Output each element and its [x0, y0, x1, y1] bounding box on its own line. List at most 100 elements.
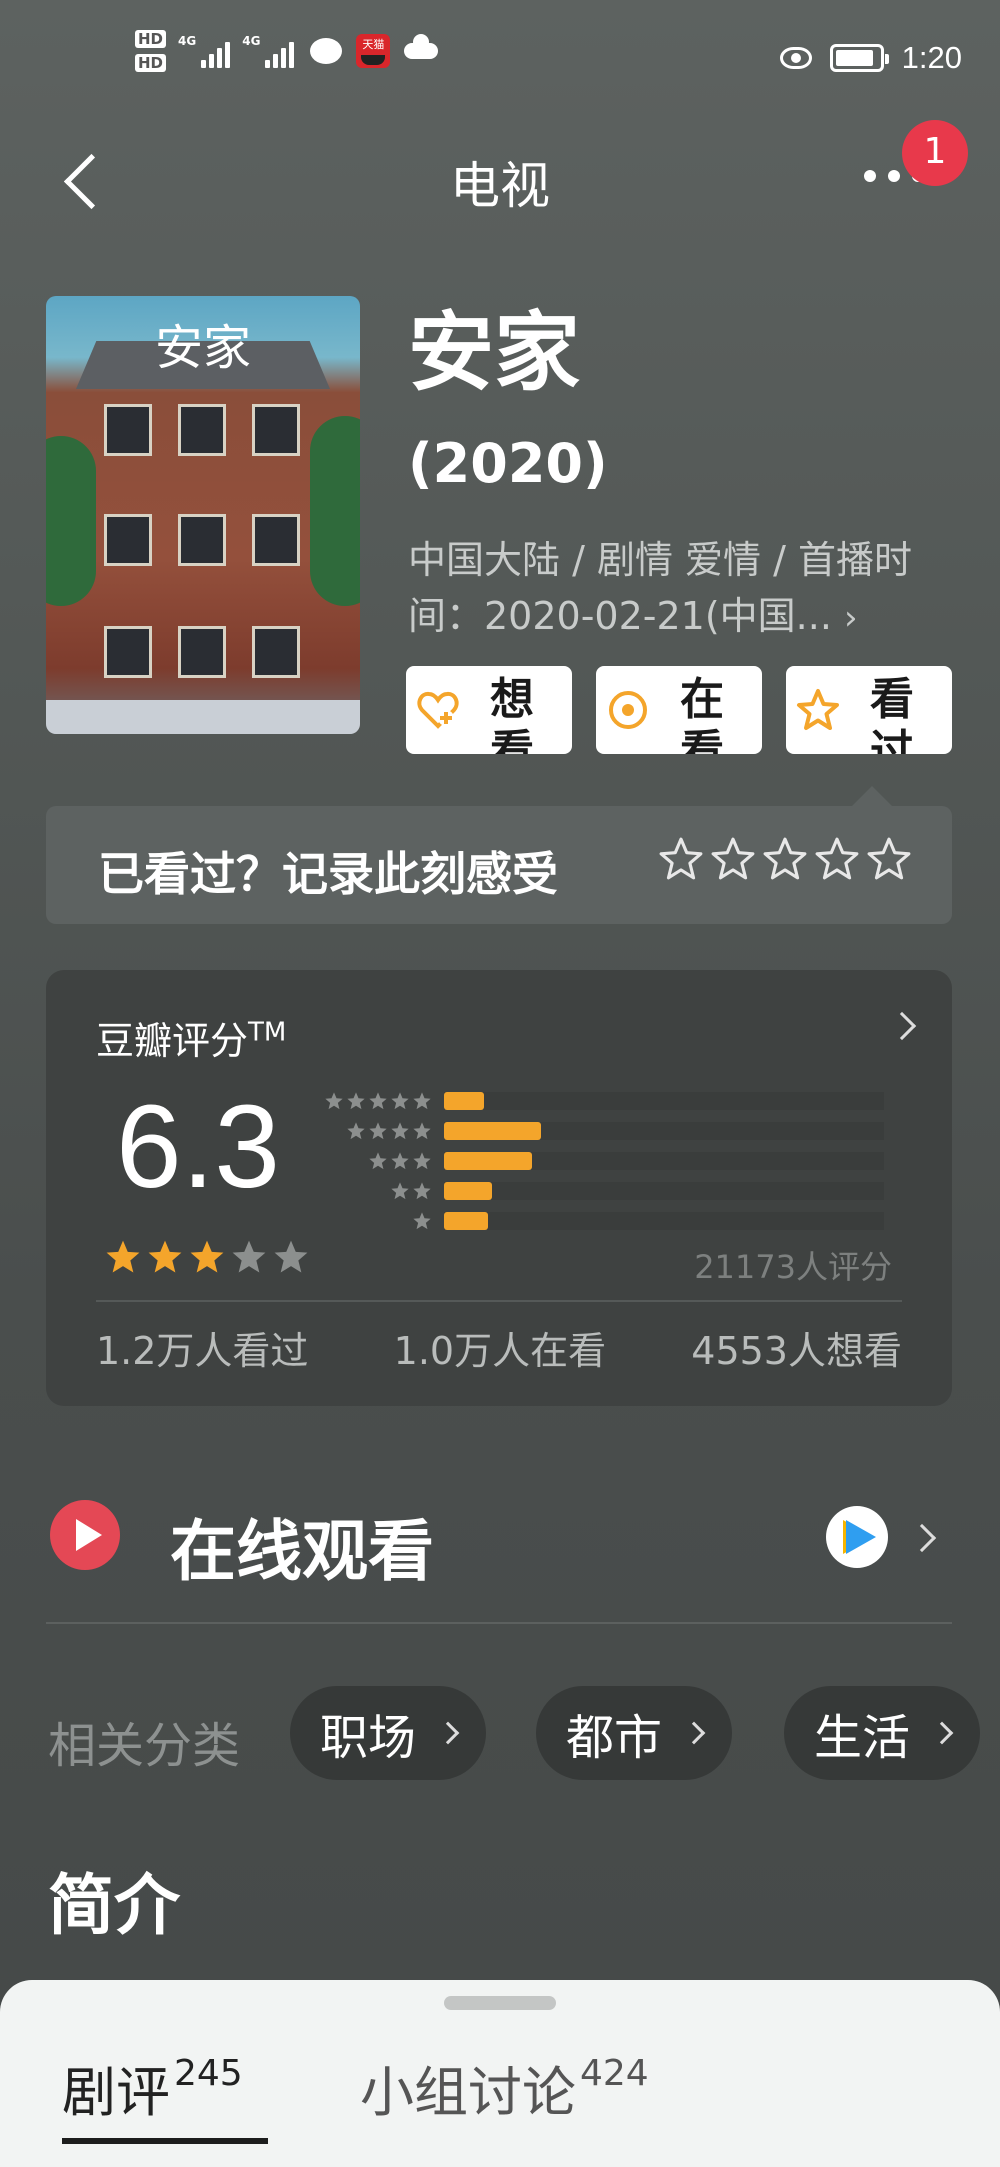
- poster-window: [178, 404, 226, 456]
- tag-urban[interactable]: 都市: [536, 1686, 733, 1780]
- sheet-grabber-handle[interactable]: [444, 1996, 556, 2010]
- signal-icon: 4G: [178, 34, 231, 68]
- star-small-icon: [347, 1122, 365, 1140]
- rate-stars[interactable]: [658, 836, 912, 882]
- poster-window: [252, 514, 300, 566]
- chevron-right-icon[interactable]: [887, 1011, 917, 1041]
- distribution-track: [444, 1122, 884, 1140]
- star-empty-icon: [274, 1240, 308, 1273]
- distribution-bar-1-star: [444, 1212, 488, 1230]
- rating-distribution: [322, 1088, 884, 1238]
- watched-button[interactable]: 看过: [786, 666, 952, 754]
- star-small-icon: [325, 1092, 343, 1110]
- star-empty-icon: [232, 1240, 266, 1273]
- hd-2-label: HD: [135, 54, 167, 72]
- star-small-icon: [369, 1122, 387, 1140]
- star-outline-icon: [797, 689, 839, 730]
- want-to-watch-button[interactable]: 想看: [406, 666, 572, 754]
- notification-badge[interactable]: 1: [902, 120, 968, 186]
- record-feeling-prompt: 已看过？记录此刻感受: [98, 847, 558, 901]
- distribution-bar-4-star: [444, 1122, 541, 1140]
- tag-label: 职场: [320, 1710, 417, 1766]
- watching-button[interactable]: 在看: [596, 666, 762, 754]
- distribution-stars: [322, 1181, 432, 1201]
- record-feeling-box[interactable]: 已看过？记录此刻感受: [46, 806, 952, 924]
- star-small-icon: [391, 1122, 409, 1140]
- page-title: 电视: [450, 157, 550, 215]
- watched-label: 看过: [870, 674, 914, 754]
- distribution-stars: [322, 1151, 432, 1171]
- score-stars: [104, 1238, 310, 1276]
- meta-chevron-icon: ›: [844, 598, 858, 638]
- tmall-app-icon: 天猫: [356, 34, 391, 68]
- tag-life[interactable]: 生活: [784, 1686, 981, 1780]
- related-categories-label: 相关分类: [48, 1718, 241, 1774]
- poster-window: [252, 626, 300, 678]
- rate-star-5-icon[interactable]: [866, 836, 912, 882]
- movie-year: (2020): [408, 432, 608, 495]
- douban-rating-card[interactable]: 豆瓣评分TM 6.3 21173人评分 1.2万人看过 1.0万人在看 4553…: [46, 970, 952, 1406]
- chevron-right-icon: [436, 1721, 460, 1745]
- network-type-2: 4G: [242, 34, 261, 48]
- rate-star-1-icon[interactable]: [658, 836, 704, 882]
- tag-label: 都市: [566, 1710, 663, 1766]
- poster-window: [252, 404, 300, 456]
- star-small-icon: [391, 1152, 409, 1170]
- movie-meta[interactable]: 中国大陆 / 剧情 爱情 / 首播时间：2020-02-21(中国... ›: [408, 532, 968, 646]
- rating-divider: [96, 1300, 902, 1302]
- poster-credits: [46, 700, 360, 734]
- tag-label: 生活: [814, 1710, 911, 1766]
- movie-title: 安家: [408, 303, 580, 403]
- rate-star-3-icon[interactable]: [762, 836, 808, 882]
- distribution-bar-3-star: [444, 1152, 532, 1170]
- star-small-icon: [413, 1092, 431, 1110]
- chevron-right-icon: [930, 1721, 954, 1745]
- watch-online-title: 在线观看: [170, 1513, 434, 1590]
- tab-group-discussion-label: 小组讨论: [360, 2061, 576, 2124]
- poster-window: [104, 404, 152, 456]
- watching-label: 在看: [680, 674, 724, 754]
- bottom-sheet[interactable]: 剧评 245 小组讨论 424: [0, 1980, 1000, 2167]
- poster-title: 安家: [154, 320, 251, 376]
- watched-count[interactable]: 1.2万人看过: [96, 1320, 308, 1375]
- poster-window: [104, 514, 152, 566]
- star-small-icon: [347, 1092, 365, 1110]
- distribution-row-4-star: [322, 1118, 884, 1144]
- star-small-icon: [391, 1092, 409, 1110]
- star-filled-icon: [106, 1240, 140, 1273]
- tab-group-discussion[interactable]: 小组讨论 424: [360, 2048, 649, 2127]
- active-tab-indicator: [62, 2138, 268, 2144]
- trademark: TM: [248, 1017, 287, 1048]
- target-icon: [609, 691, 647, 729]
- tab-group-discussion-count: 424: [580, 2053, 649, 2094]
- status-icons-left: HD HD 4G 4G 天猫: [135, 30, 439, 72]
- eye-comfort-icon: [779, 47, 812, 69]
- star-small-icon: [369, 1092, 387, 1110]
- tag-workplace[interactable]: 职场: [290, 1686, 487, 1780]
- distribution-bar-2-star: [444, 1182, 492, 1200]
- poster-window: [178, 514, 226, 566]
- poster-image[interactable]: 安家: [46, 296, 360, 734]
- tmall-label: 天猫: [362, 38, 385, 51]
- chevron-right-icon: [682, 1721, 706, 1745]
- watching-count[interactable]: 1.0万人在看: [394, 1320, 606, 1375]
- distribution-bar-5-star: [444, 1092, 484, 1110]
- heart-plus-icon: [417, 691, 459, 729]
- rate-star-4-icon[interactable]: [814, 836, 860, 882]
- poster-tree-left: [46, 436, 96, 606]
- tab-reviews-label: 剧评: [62, 2061, 170, 2124]
- hd-icon: HD HD: [135, 30, 167, 72]
- network-type-1: 4G: [178, 34, 197, 48]
- rating-score: 6.3: [116, 1081, 281, 1213]
- rate-star-2-icon[interactable]: [710, 836, 756, 882]
- want-count[interactable]: 4553人想看: [691, 1320, 902, 1375]
- movie-meta-text: 中国大陆 / 剧情 爱情 / 首播时间：2020-02-21(中国...: [408, 538, 913, 638]
- poster-tree-right: [310, 416, 360, 606]
- distribution-track: [444, 1212, 884, 1230]
- section-divider: [46, 1622, 952, 1624]
- tab-reviews[interactable]: 剧评 245: [62, 2048, 243, 2127]
- watch-online-row[interactable]: 在线观看: [46, 1490, 952, 1590]
- battery-icon: [829, 44, 889, 72]
- star-small-icon: [413, 1122, 431, 1140]
- star-filled-icon: [190, 1240, 224, 1273]
